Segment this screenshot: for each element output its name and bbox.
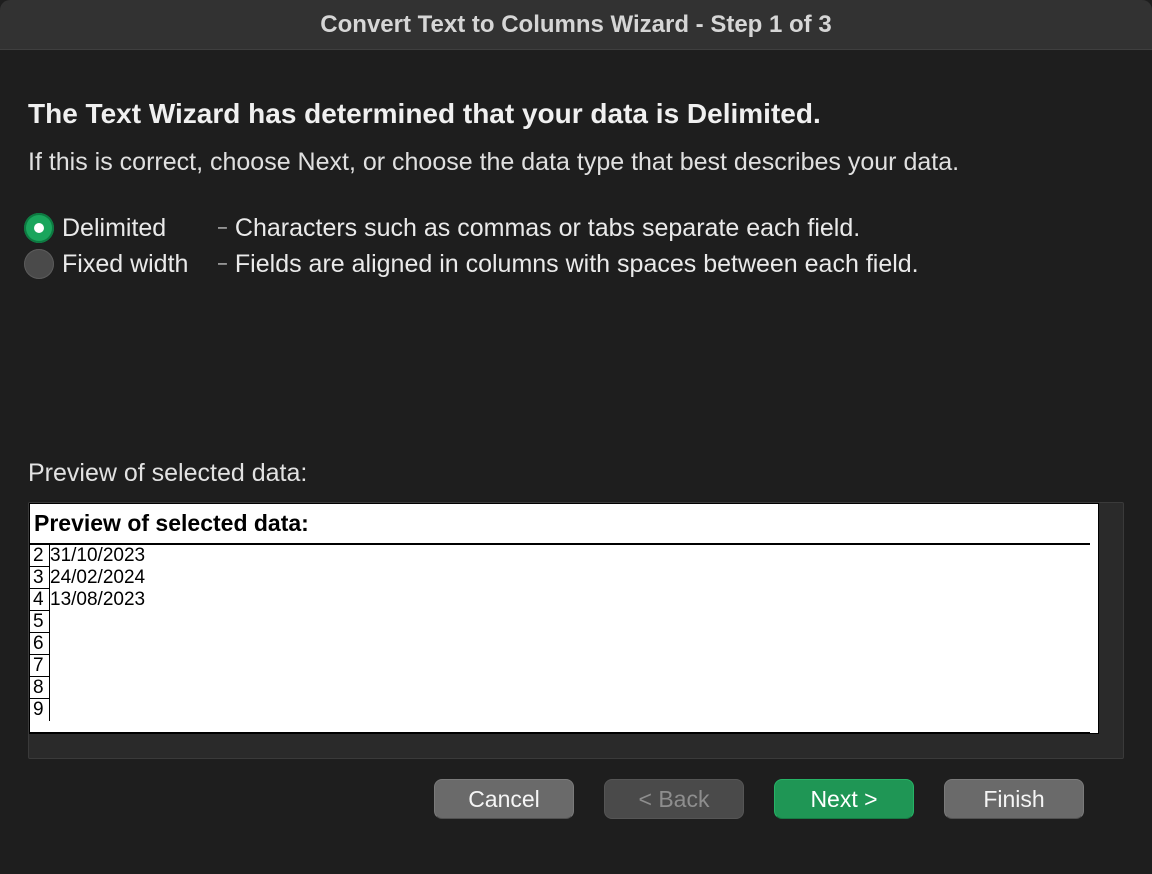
cancel-button[interactable]: Cancel: [434, 779, 574, 819]
window-title: Convert Text to Columns Wizard - Step 1 …: [320, 11, 831, 39]
preview-row-number: 9: [30, 699, 50, 721]
preview-wrapper: Preview of selected data: 2 31/10/2023 3…: [28, 502, 1124, 759]
next-button[interactable]: Next >: [774, 779, 914, 819]
option-fixed-desc: Fields are aligned in columns with space…: [235, 250, 919, 279]
preview-row-number: 7: [30, 655, 50, 677]
preview-row: 6: [30, 633, 1090, 655]
preview-row: 8: [30, 677, 1090, 699]
wizard-content: The Text Wizard has determined that your…: [0, 50, 1152, 819]
preview-row-number: 8: [30, 677, 50, 699]
preview-box: Preview of selected data: 2 31/10/2023 3…: [29, 503, 1099, 734]
preview-row: 2 31/10/2023: [30, 545, 1090, 567]
preview-row: 4 13/08/2023: [30, 589, 1090, 611]
radio-delimited[interactable]: [24, 213, 54, 243]
option-fixed-label: Fixed width: [62, 250, 218, 279]
preview-row-number: 5: [30, 611, 50, 633]
preview-section-label: Preview of selected data:: [28, 459, 1124, 488]
finish-button[interactable]: Finish: [944, 779, 1084, 819]
titlebar: Convert Text to Columns Wizard - Step 1 …: [0, 0, 1152, 50]
preview-row-number: 6: [30, 633, 50, 655]
option-delimited-row[interactable]: Delimited – Characters such as commas or…: [24, 213, 1124, 243]
preview-cell: 31/10/2023: [50, 545, 145, 567]
preview-box-header: Preview of selected data:: [30, 504, 1090, 545]
option-delimited-label: Delimited: [62, 214, 218, 243]
preview-row: 7: [30, 655, 1090, 677]
wizard-headline: The Text Wizard has determined that your…: [28, 98, 1124, 130]
radio-fixed-width[interactable]: [24, 249, 54, 279]
preview-rows: 2 31/10/2023 3 24/02/2024 4 13/08/2023 5…: [30, 545, 1090, 733]
wizard-subheadline: If this is correct, choose Next, or choo…: [28, 148, 1124, 177]
preview-row: 3 24/02/2024: [30, 567, 1090, 589]
preview-cell: 24/02/2024: [50, 567, 145, 589]
original-data-type-group: Delimited – Characters such as commas or…: [24, 213, 1124, 279]
preview-row: 9: [30, 699, 1090, 721]
preview-row-number: 3: [30, 567, 50, 589]
preview-row-number: 2: [30, 545, 50, 567]
option-delimited-desc: Characters such as commas or tabs separa…: [235, 214, 860, 243]
dash: –: [218, 255, 227, 273]
dash: –: [218, 219, 227, 237]
back-button: < Back: [604, 779, 744, 819]
preview-cell: 13/08/2023: [50, 589, 145, 611]
preview-row: 5: [30, 611, 1090, 633]
option-fixed-row[interactable]: Fixed width – Fields are aligned in colu…: [24, 249, 1124, 279]
button-bar: Cancel < Back Next > Finish: [28, 779, 1124, 819]
preview-row-number: 4: [30, 589, 50, 611]
